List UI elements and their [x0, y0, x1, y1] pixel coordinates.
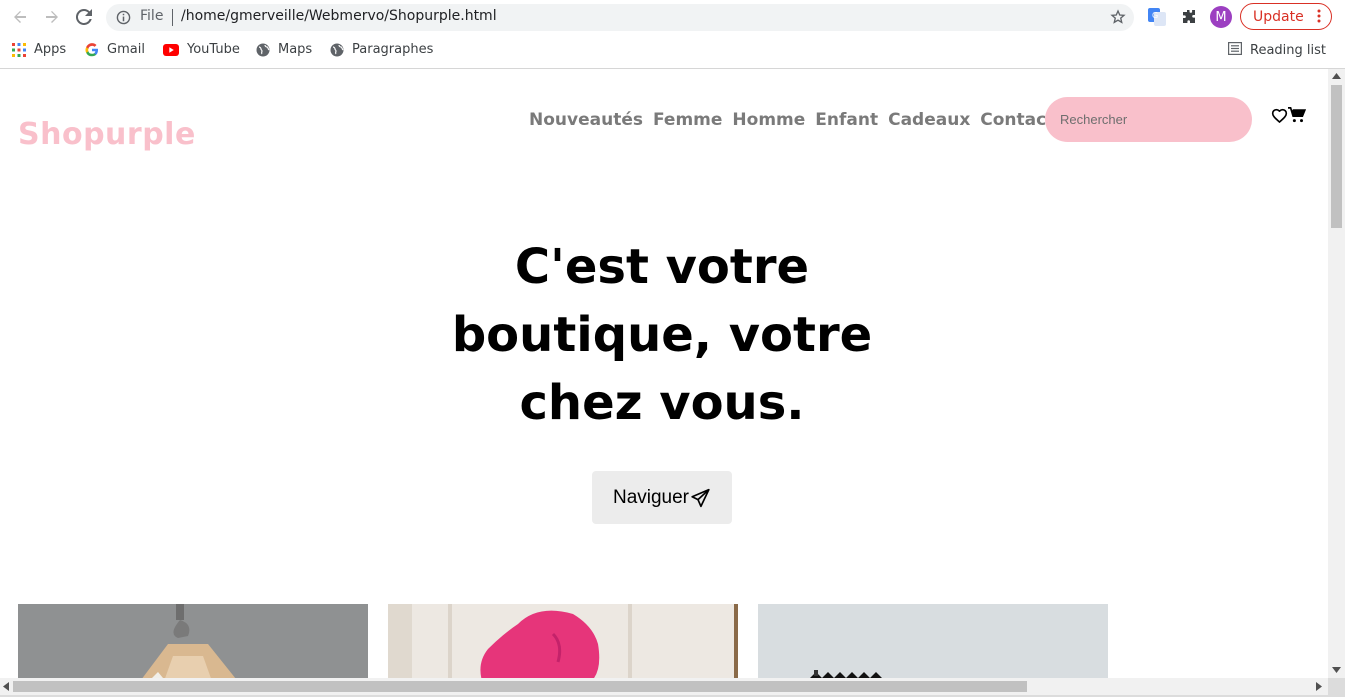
scroll-up-icon[interactable]: [1332, 73, 1341, 79]
globe-icon: [256, 43, 270, 57]
bookmarks-bar: Apps Gmail YouTube Maps Paragraphes Read…: [0, 34, 1345, 69]
horizontal-scroll-thumb[interactable]: [13, 681, 1027, 692]
site-logo[interactable]: Shopurple: [18, 117, 196, 152]
scroll-down-icon[interactable]: [1332, 667, 1341, 673]
paper-plane-icon: [691, 488, 710, 507]
update-label: Update: [1253, 8, 1304, 25]
nav-item-femme[interactable]: Femme: [653, 110, 722, 130]
scroll-left-icon[interactable]: [3, 682, 9, 691]
bookmark-label: Paragraphes: [352, 42, 434, 57]
reload-icon: [76, 9, 92, 25]
globe-icon: [330, 43, 344, 57]
url-scheme: File: [140, 8, 164, 24]
hero-line: boutique, votre: [451, 307, 873, 363]
svg-text:G: G: [1152, 11, 1158, 20]
info-icon[interactable]: [116, 10, 131, 25]
nav-item-nouveautes[interactable]: Nouveautés: [529, 110, 643, 130]
reading-list-button[interactable]: Reading list: [1228, 42, 1326, 59]
back-button[interactable]: [8, 5, 32, 29]
nav-item-cadeaux[interactable]: Cadeaux: [888, 110, 970, 130]
bookmark-gmail[interactable]: Gmail: [85, 42, 145, 57]
main-nav: Nouveautés Femme Homme Enfant Cadeaux Co…: [529, 110, 1064, 130]
cart-icon[interactable]: [1288, 107, 1306, 123]
more-vert-icon: [1317, 9, 1321, 23]
bookmark-star-icon[interactable]: [1110, 9, 1126, 25]
puzzle-icon: [1183, 10, 1195, 23]
translate-button[interactable]: G: [1145, 5, 1169, 29]
url-text[interactable]: /home/gmerveille/Webmervo/Shopurple.html: [181, 8, 497, 24]
product-image-gift[interactable]: [758, 604, 1108, 678]
profile-avatar[interactable]: M: [1210, 6, 1232, 28]
bookmark-apps[interactable]: Apps: [12, 42, 66, 57]
forward-button[interactable]: [40, 5, 64, 29]
reading-list-label: Reading list: [1250, 43, 1326, 58]
bookmark-youtube[interactable]: YouTube: [163, 42, 240, 57]
update-button[interactable]: Update: [1240, 3, 1332, 30]
nav-item-enfant[interactable]: Enfant: [815, 110, 878, 130]
heart-icon[interactable]: [1271, 108, 1288, 123]
vertical-scrollbar[interactable]: [1328, 69, 1345, 678]
translate-icon: G: [1148, 8, 1166, 26]
naviguer-button[interactable]: Naviguer: [592, 471, 732, 524]
address-bar[interactable]: File /home/gmerveille/Webmervo/Shopurple…: [106, 4, 1134, 31]
hero-line: chez vous.: [519, 375, 805, 431]
hero-line: C'est votre: [514, 239, 810, 295]
forward-arrow-icon: [46, 11, 58, 23]
scroll-right-icon[interactable]: [1316, 682, 1322, 691]
bookmark-paragraphes[interactable]: Paragraphes: [330, 42, 433, 57]
reload-button[interactable]: [72, 5, 96, 29]
bookmark-label: Maps: [278, 42, 313, 57]
search-input[interactable]: [1045, 97, 1252, 142]
product-image-pink-bow[interactable]: [388, 604, 738, 678]
horizontal-scrollbar[interactable]: [0, 678, 1328, 695]
google-icon: [85, 42, 99, 57]
hero-heading: C'est votre boutique, votre chez vous.: [420, 233, 904, 437]
url-divider: [172, 9, 173, 26]
vertical-scroll-thumb[interactable]: [1331, 85, 1342, 228]
bookmark-label: Gmail: [107, 42, 145, 57]
reading-list-icon: [1228, 42, 1243, 59]
bookmark-label: Apps: [34, 42, 67, 57]
naviguer-label: Naviguer: [612, 486, 690, 508]
extensions-button[interactable]: [1177, 5, 1201, 29]
nav-item-homme[interactable]: Homme: [732, 110, 805, 130]
apps-grid-icon: [12, 42, 26, 57]
browser-toolbar: File /home/gmerveille/Webmervo/Shopurple…: [0, 0, 1345, 34]
bookmark-maps[interactable]: Maps: [256, 42, 312, 57]
bookmark-label: YouTube: [187, 42, 240, 57]
youtube-icon: [163, 43, 179, 56]
back-arrow-icon: [14, 11, 26, 23]
page-viewport: Shopurple Nouveautés Femme Homme Enfant …: [0, 69, 1328, 678]
product-image-hanger[interactable]: [18, 604, 368, 678]
